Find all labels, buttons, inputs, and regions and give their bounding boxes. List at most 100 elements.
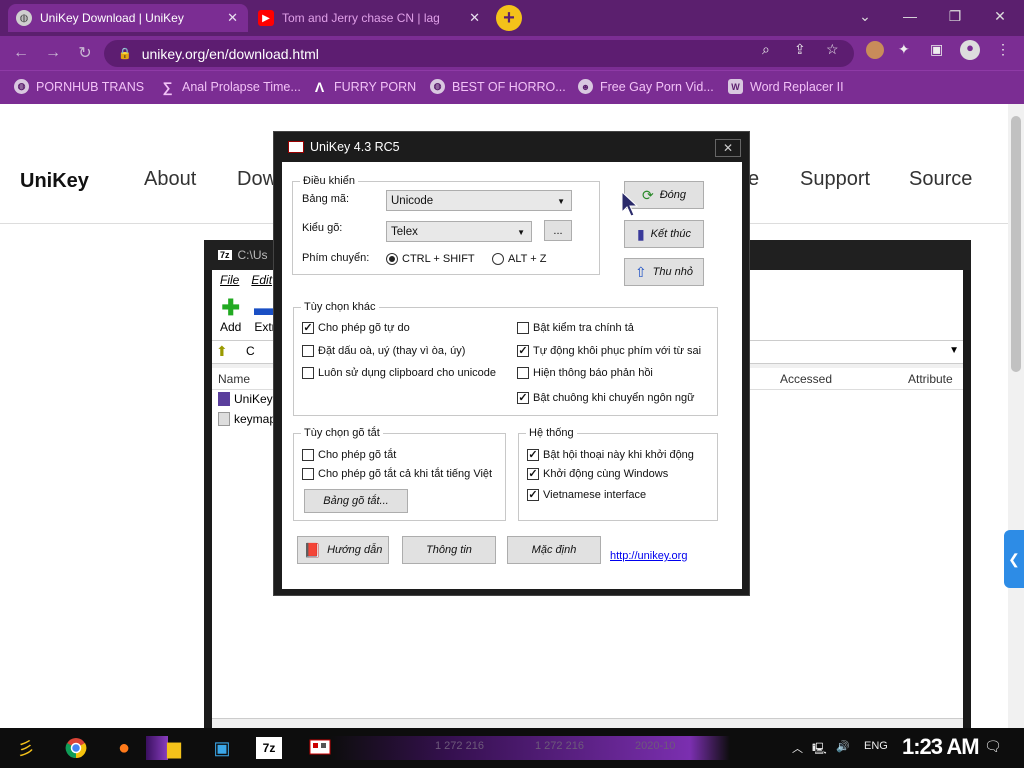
list-item[interactable]: UniKeyN (218, 392, 281, 406)
bookmarks-bar: ◍ PORNHUB TRANS ∑ Anal Prolapse Time... ΛF… (0, 70, 1024, 104)
nav-support[interactable]: Support (800, 168, 870, 191)
menu-kebab-icon[interactable]: ⋮ (996, 41, 1010, 58)
start-icon[interactable]: 彡 (12, 734, 40, 762)
switch-key-label: Phím chuyển: (302, 252, 370, 264)
restore-window-button[interactable]: ❐ (940, 4, 970, 28)
nav-source[interactable]: Source (909, 168, 972, 191)
firefox-icon[interactable]: ● (110, 734, 138, 762)
network-icon[interactable]: 🖳 (812, 740, 827, 759)
extension-avatar-icon[interactable] (866, 41, 884, 59)
menu-file[interactable]: File (220, 273, 239, 287)
checkbox-show-dialog-on-start[interactable]: ✓ Bật hội thoại này khi khởi động (527, 449, 694, 461)
7zip-taskbar-icon[interactable]: 7z (256, 737, 282, 759)
7zip-icon: 7z (218, 250, 232, 260)
checkbox-macro-when-off[interactable]: Cho phép gõ tắt cả khi tắt tiếng Việt (302, 468, 492, 480)
radio-ctrl-shift[interactable]: CTRL + SHIFT (386, 253, 475, 265)
file-explorer-icon[interactable]: ▆ (160, 734, 188, 762)
close-dialog-button[interactable]: ✕ (715, 139, 741, 157)
bookmark-star-icon[interactable]: ☆ (826, 41, 839, 58)
page-scrollbar[interactable] (1008, 104, 1024, 728)
close-window-button[interactable]: ✕ (985, 4, 1015, 28)
reload-button[interactable]: ↻ (74, 42, 96, 64)
checkbox-spell-check[interactable]: Bật kiểm tra chính tả (517, 322, 634, 334)
forward-button[interactable]: → (42, 42, 64, 64)
system-group: Hệ thống ✓ Bật hội thoại này khi khởi độn… (518, 427, 718, 521)
notification-icon[interactable]: 🗨 (984, 738, 1002, 755)
bookmark-item[interactable]: W Word Replacer II (728, 79, 844, 94)
language-indicator[interactable]: ENG (864, 740, 888, 752)
nav-download[interactable]: Dow (237, 168, 277, 191)
up-folder-icon[interactable]: ⬆ (216, 343, 228, 360)
macro-options-group: Tùy chọn gõ tắt Cho phép gõ tắt Cho phép… (293, 427, 506, 521)
refresh-icon: ⟳ (641, 186, 654, 203)
checkbox-enable-macro[interactable]: Cho phép gõ tắt (302, 449, 396, 461)
checkbox-show-feedback[interactable]: Hiện thông báo phản hồi (517, 367, 653, 379)
site-logo[interactable]: UniKey (20, 170, 89, 193)
side-panel-icon[interactable]: ▣ (930, 41, 943, 58)
minimize-button[interactable]: ⇧ Thu nhỏ (624, 258, 704, 286)
search-icon[interactable]: ⌕ (762, 41, 770, 58)
mascot-icon: ☻ (578, 79, 593, 94)
scroll-thumb[interactable] (1011, 116, 1021, 372)
checkbox-tone-placement[interactable]: Đặt dấu oà, uý (thay vì òa, úy) (302, 345, 465, 357)
control-group: Điều khiển Bảng mã: Unicode ▼ Kiểu gõ: T… (292, 175, 600, 275)
info-button[interactable]: Thông tin (402, 536, 496, 564)
unikey-icon (288, 141, 304, 153)
checkbox-free-typing[interactable]: ✓ Cho phép gõ tự do (302, 322, 410, 334)
default-button[interactable]: Mặc định (507, 536, 601, 564)
radio-alt-z[interactable]: ALT + Z (492, 253, 546, 265)
chrome-icon[interactable] (62, 734, 90, 762)
checkbox-auto-restore[interactable]: ✓ Tự động khôi phục phím với từ sai (517, 345, 701, 357)
add-button[interactable]: ✚ Add (220, 296, 241, 335)
unikey-taskbar-icon[interactable] (306, 734, 334, 762)
checkbox-clipboard-unicode[interactable]: Luôn sử dụng clipboard cho unicode (302, 367, 496, 379)
checkbox-vietnamese-interface[interactable]: ✓ Vietnamese interface (527, 489, 646, 501)
nav-about[interactable]: About (144, 168, 196, 191)
charset-select[interactable]: Unicode ▼ (386, 190, 572, 211)
arrow-up-icon: ⇧ (634, 263, 647, 280)
tab-title: Tom and Jerry chase CN | lag (282, 11, 440, 25)
bookmark-item[interactable]: ◍ BEST OF HORRO... (430, 79, 566, 94)
extensions-puzzle-icon[interactable]: ✦ (898, 41, 910, 58)
address-bar[interactable]: 🔒 unikey.org/en/download.html (104, 40, 854, 67)
other-options-group: Tùy chọn khác ✓ Cho phép gõ tự do Đặt dấu… (293, 301, 718, 416)
macro-table-button[interactable]: Bảng gõ tắt... (304, 489, 408, 513)
charset-label: Bảng mã: (302, 193, 350, 205)
menu-edit[interactable]: Edit (251, 273, 272, 287)
input-method-select[interactable]: Telex ▼ (386, 221, 532, 242)
bookmark-item[interactable]: Λ FURRY PORN (312, 79, 416, 95)
checkbox-beep-on-switch[interactable]: ✓ Bật chuông khi chuyển ngôn ngữ (517, 392, 694, 404)
column-accessed[interactable]: Accessed (780, 372, 832, 386)
browser-toolbar: ← → ↻ 🔒 unikey.org/en/download.html ⌕ ⇪ … (0, 36, 1024, 70)
help-button[interactable]: 📕 Hướng dẫn (297, 536, 389, 564)
checkbox-start-with-windows[interactable]: ✓ Khởi động cùng Windows (527, 468, 668, 480)
tab-unikey-download[interactable]: ◍ UniKey Download | UniKey ✕ (8, 4, 248, 32)
share-icon[interactable]: ⇪ (794, 41, 806, 58)
exit-button[interactable]: ▮ Kết thúc (624, 220, 704, 248)
app-window-icon[interactable]: ▣ (208, 734, 236, 762)
volume-icon[interactable]: 🔊 (836, 740, 850, 753)
bracket-icon: ∑ (162, 78, 173, 95)
column-attribute[interactable]: Attribute (908, 372, 953, 386)
bookmark-item[interactable]: ∑ Anal Prolapse Time... (160, 78, 301, 95)
back-button[interactable]: ← (10, 42, 32, 64)
bookmark-item[interactable]: ☻ Free Gay Porn Vid... (578, 79, 714, 94)
column-name[interactable]: Name (218, 372, 250, 386)
profile-icon[interactable]: ● (960, 40, 980, 60)
clock[interactable]: 1:23 AM (902, 734, 980, 760)
chevron-down-icon[interactable]: ▼ (949, 345, 959, 356)
close-tab-icon[interactable]: ✕ (469, 10, 480, 26)
close-tab-icon[interactable]: ✕ (227, 10, 238, 26)
tab-tom-and-jerry[interactable]: ▶ Tom and Jerry chase CN | lag ✕ (250, 4, 490, 32)
side-expand-tab[interactable]: ❮ (1004, 530, 1024, 588)
bookmark-item[interactable]: ◍ PORNHUB TRANS (14, 79, 144, 94)
tab-search-icon[interactable]: ⌄ (850, 4, 880, 28)
mouse-cursor-icon (621, 190, 639, 217)
minimize-window-button[interactable]: — (895, 4, 925, 28)
unikey-website-link[interactable]: http://unikey.org (610, 550, 687, 562)
list-item[interactable]: keymap (218, 412, 276, 426)
more-options-button[interactable]: ... (544, 220, 572, 241)
chevron-up-icon[interactable]: ︿ (792, 740, 803, 756)
file-icon (218, 412, 230, 426)
new-tab-button[interactable]: + (496, 5, 522, 31)
